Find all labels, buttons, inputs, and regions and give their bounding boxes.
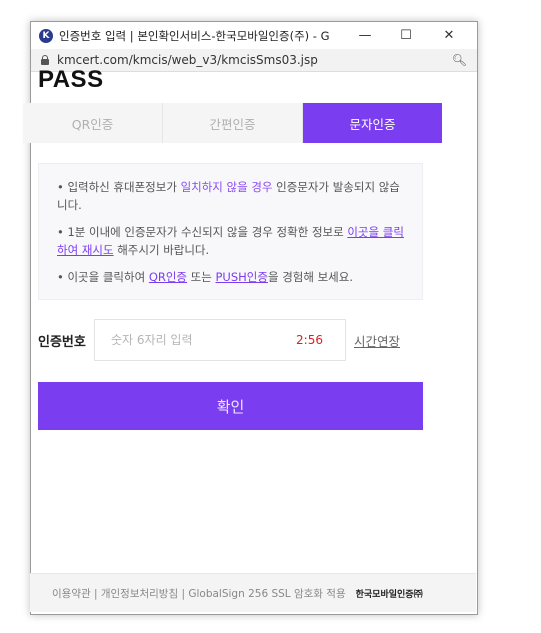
maximize-button[interactable]: ☐ (392, 26, 420, 44)
zoom-icon[interactable]: 🔍︎ (452, 53, 467, 67)
notice-item-2: • 1분 이내에 인증문자가 수신되지 않을 경우 정확한 정보로 이곳을 클릭… (57, 223, 408, 259)
auth-code-field[interactable]: 2:56 (94, 319, 346, 361)
tab-simple[interactable]: 간편인증 (163, 103, 303, 143)
pass-logo: PASS (38, 66, 104, 93)
qr-auth-link[interactable]: QR인증 (149, 270, 187, 284)
notice-3-mid: 또는 (187, 270, 216, 284)
minimize-button[interactable]: — (351, 26, 379, 44)
notice-2-text: • 1분 이내에 인증문자가 수신되지 않을 경우 정확한 정보로 (57, 225, 348, 239)
url-text: kmcert.com/kmcis/web_v3/kmcisSms03.jsp (57, 53, 318, 67)
confirm-button[interactable]: 확인 (38, 382, 423, 430)
notice-2-text-end: 해주시기 바랍니다. (113, 243, 210, 257)
footer: 이용약관 | 개인정보처리방침 | GlobalSign 256 SSL 암호화… (30, 573, 476, 612)
notice-item-1: • 입력하신 휴대폰정보가 일치하지 않을 경우 인증문자가 발송되지 않습니다… (57, 178, 408, 214)
notice-3-text: • 이곳을 클릭하여 (57, 270, 149, 284)
tab-sms[interactable]: 문자인증 (303, 103, 442, 143)
notice-box: • 입력하신 휴대폰정보가 일치하지 않을 경우 인증문자가 발송되지 않습니다… (38, 163, 423, 300)
lock-icon (41, 55, 49, 65)
close-button[interactable]: ✕ (435, 26, 463, 44)
auth-code-label: 인증번호 (38, 334, 86, 350)
countdown-timer: 2:56 (296, 333, 323, 347)
title-bar: K 인증번호 입력 | 본인확인서비스-한국모바일인증(주) - G... — … (31, 22, 477, 49)
auth-code-row: 인증번호 2:56 시간연장 (38, 318, 423, 362)
tab-qr[interactable]: QR인증 (23, 103, 163, 143)
notice-item-3: • 이곳을 클릭하여 QR인증 또는 PUSH인증을 경험해 보세요. (57, 268, 408, 286)
window-title: 인증번호 입력 | 본인확인서비스-한국모바일인증(주) - G... (59, 28, 329, 43)
notice-1-highlight: 일치하지 않을 경우 (180, 180, 273, 194)
auth-method-tabs: QR인증 간편인증 문자인증 (23, 103, 442, 143)
auth-code-input[interactable] (109, 332, 283, 348)
extend-time-link[interactable]: 시간연장 (354, 331, 400, 350)
notice-3-text-end: 을 경험해 보세요. (267, 270, 353, 284)
push-auth-link[interactable]: PUSH인증 (216, 270, 268, 284)
kmc-app-icon: K (39, 28, 53, 43)
notice-1-text: • 입력하신 휴대폰정보가 (57, 180, 181, 194)
footer-links[interactable]: 이용약관 | 개인정보처리방침 | GlobalSign 256 SSL 암호화… (52, 586, 346, 601)
kmc-brand-logo: 한국모바일인증㈜ (355, 589, 423, 600)
